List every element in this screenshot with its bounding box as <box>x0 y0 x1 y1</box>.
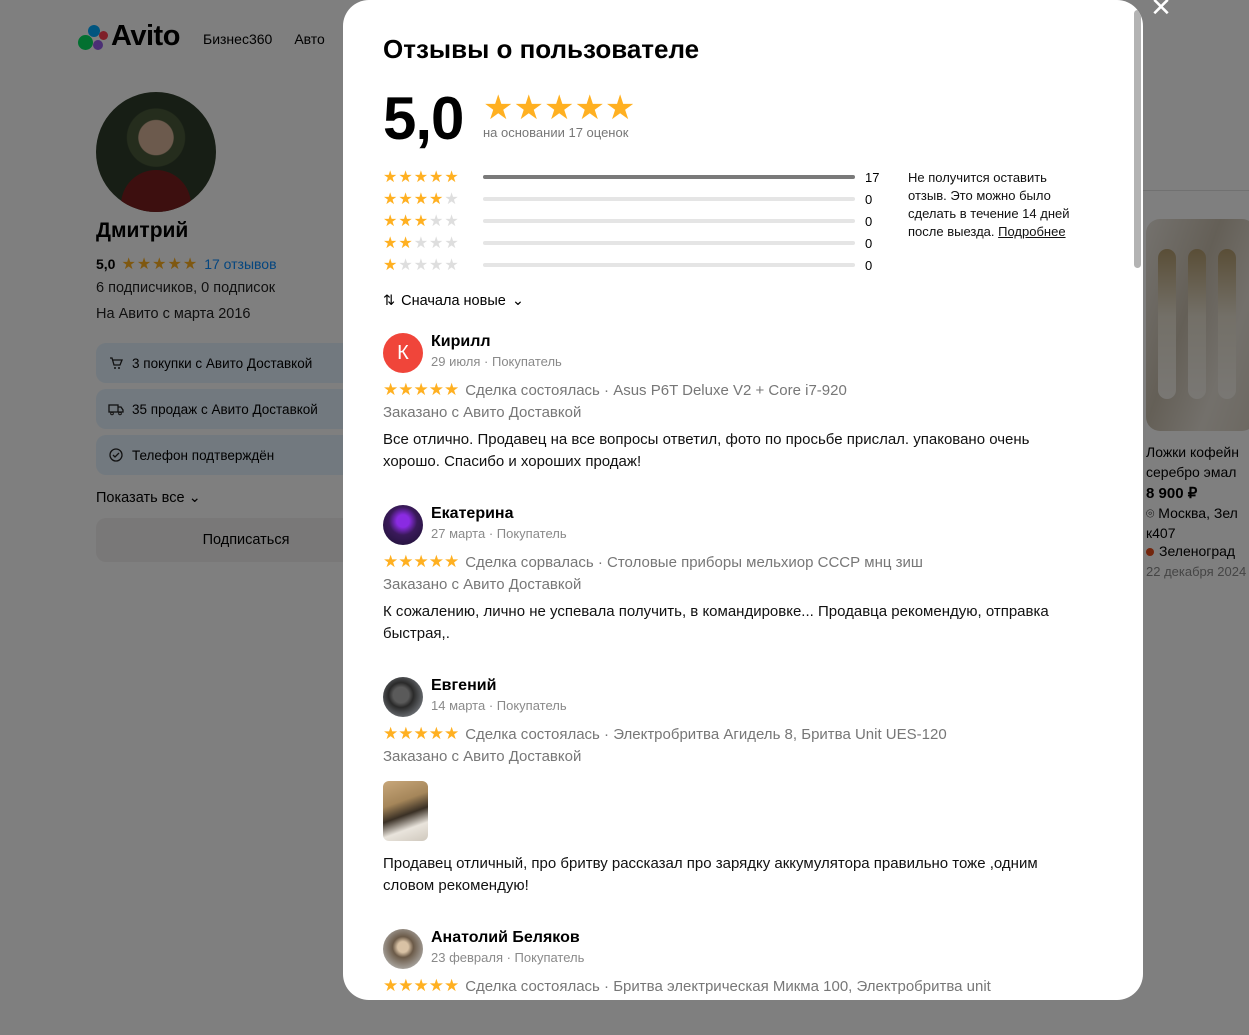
distribution-count: 0 <box>865 213 873 229</box>
chevron-down-icon: ⌄ <box>511 293 524 309</box>
distribution-row-2: ★★★★★ 0 <box>383 232 883 254</box>
review-meta: 14 марта · Покупатель <box>431 698 567 713</box>
reviews-modal: Отзывы о пользователе 5,0 ★★★★★ на основ… <box>343 0 1143 1000</box>
rating-value: 5,0 <box>383 85 464 152</box>
stars-5-icon: ★★★★★ <box>383 169 460 186</box>
review-deal-text: Сделка состоялась · Электробритва Агидел… <box>465 725 947 743</box>
reviewer-avatar[interactable]: К <box>383 333 423 373</box>
reviewer-name[interactable]: Кирилл <box>431 333 491 351</box>
modal-title: Отзывы о пользователе <box>383 34 700 64</box>
distribution-bar <box>483 241 855 245</box>
review-stars-icon: ★★★★★ <box>383 724 460 743</box>
review-deal-text: Сделка состоялась · Бритва электрическая… <box>465 977 991 995</box>
distribution-count: 0 <box>865 257 873 273</box>
review-deal-text: Сделка состоялась · Asus P6T Deluxe V2 +… <box>465 381 847 399</box>
sort-dropdown[interactable]: ⇅ Сначала новые ⌄ <box>383 293 524 309</box>
reviewer-avatar[interactable] <box>383 505 423 545</box>
review-stars-icon: ★★★★★ <box>383 380 460 399</box>
distribution-count: 0 <box>865 191 873 207</box>
reviewer-avatar[interactable] <box>383 929 423 969</box>
review-delivery: Заказано с Авито Доставкой <box>383 404 582 421</box>
review-meta: 23 февраля · Покупатель <box>431 950 585 965</box>
stars-2-icon: ★★★★★ <box>383 235 460 252</box>
more-link[interactable]: Подробнее <box>998 224 1065 239</box>
sort-label: Сначала новые <box>401 293 506 309</box>
review-deal-text: Сделка сорвалась · Столовые приборы мель… <box>465 553 923 571</box>
review-deal: ★★★★★ Сделка состоялась · Asus P6T Delux… <box>383 380 847 400</box>
review-deal: ★★★★★ Сделка состоялась · Бритва электри… <box>383 976 991 996</box>
review-stars-icon: ★★★★★ <box>383 552 460 571</box>
stars-1-icon: ★★★★★ <box>383 257 460 274</box>
review-meta: 29 июля · Покупатель <box>431 354 562 369</box>
review-note: Не получится оставить отзыв. Это можно б… <box>908 169 1088 241</box>
distribution-row-1: ★★★★★ 0 <box>383 254 883 276</box>
distribution-bar <box>483 197 855 201</box>
distribution-bar <box>483 175 855 179</box>
review-deal: ★★★★★ Сделка сорвалась · Столовые прибор… <box>383 552 923 572</box>
distribution-row-3: ★★★★★ 0 <box>383 210 883 232</box>
review-delivery: Заказано с Авито Доставкой <box>383 748 582 765</box>
reviewer-name[interactable]: Екатерина <box>431 505 513 523</box>
reviewer-avatar[interactable] <box>383 677 423 717</box>
distribution-row-4: ★★★★★ 0 <box>383 188 883 210</box>
distribution-bar <box>483 263 855 267</box>
review-meta: 27 марта · Покупатель <box>431 526 567 541</box>
distribution-bar <box>483 219 855 223</box>
reviewer-name[interactable]: Евгений <box>431 677 496 695</box>
distribution-row-5: ★★★★★ 17 <box>383 166 883 188</box>
stars-4-icon: ★★★★★ <box>383 191 460 208</box>
review-photo[interactable] <box>383 781 428 841</box>
review-stars-icon: ★★★★★ <box>383 976 460 995</box>
rating-stars-icon: ★★★★★ <box>483 89 636 127</box>
review-deal: ★★★★★ Сделка состоялась · Электробритва … <box>383 724 947 744</box>
scrollbar[interactable] <box>1134 10 1141 268</box>
review-text: Продавец отличный, про бритву рассказал … <box>383 855 1038 894</box>
reviewer-name[interactable]: Анатолий Беляков <box>431 929 580 947</box>
review-text: Все отлично. Продавец на все вопросы отв… <box>383 431 1030 470</box>
close-icon[interactable]: ✕ <box>1150 0 1172 20</box>
distribution-count: 17 <box>865 169 880 185</box>
stars-3-icon: ★★★★★ <box>383 213 460 230</box>
review-delivery: Заказано с Авито Доставкой <box>383 576 582 593</box>
rating-based-on: на основании 17 оценок <box>483 125 629 140</box>
distribution-count: 0 <box>865 235 873 251</box>
sort-arrows-icon: ⇅ <box>383 293 396 309</box>
review-text: К сожалению, лично не успевала получить,… <box>383 603 1049 642</box>
